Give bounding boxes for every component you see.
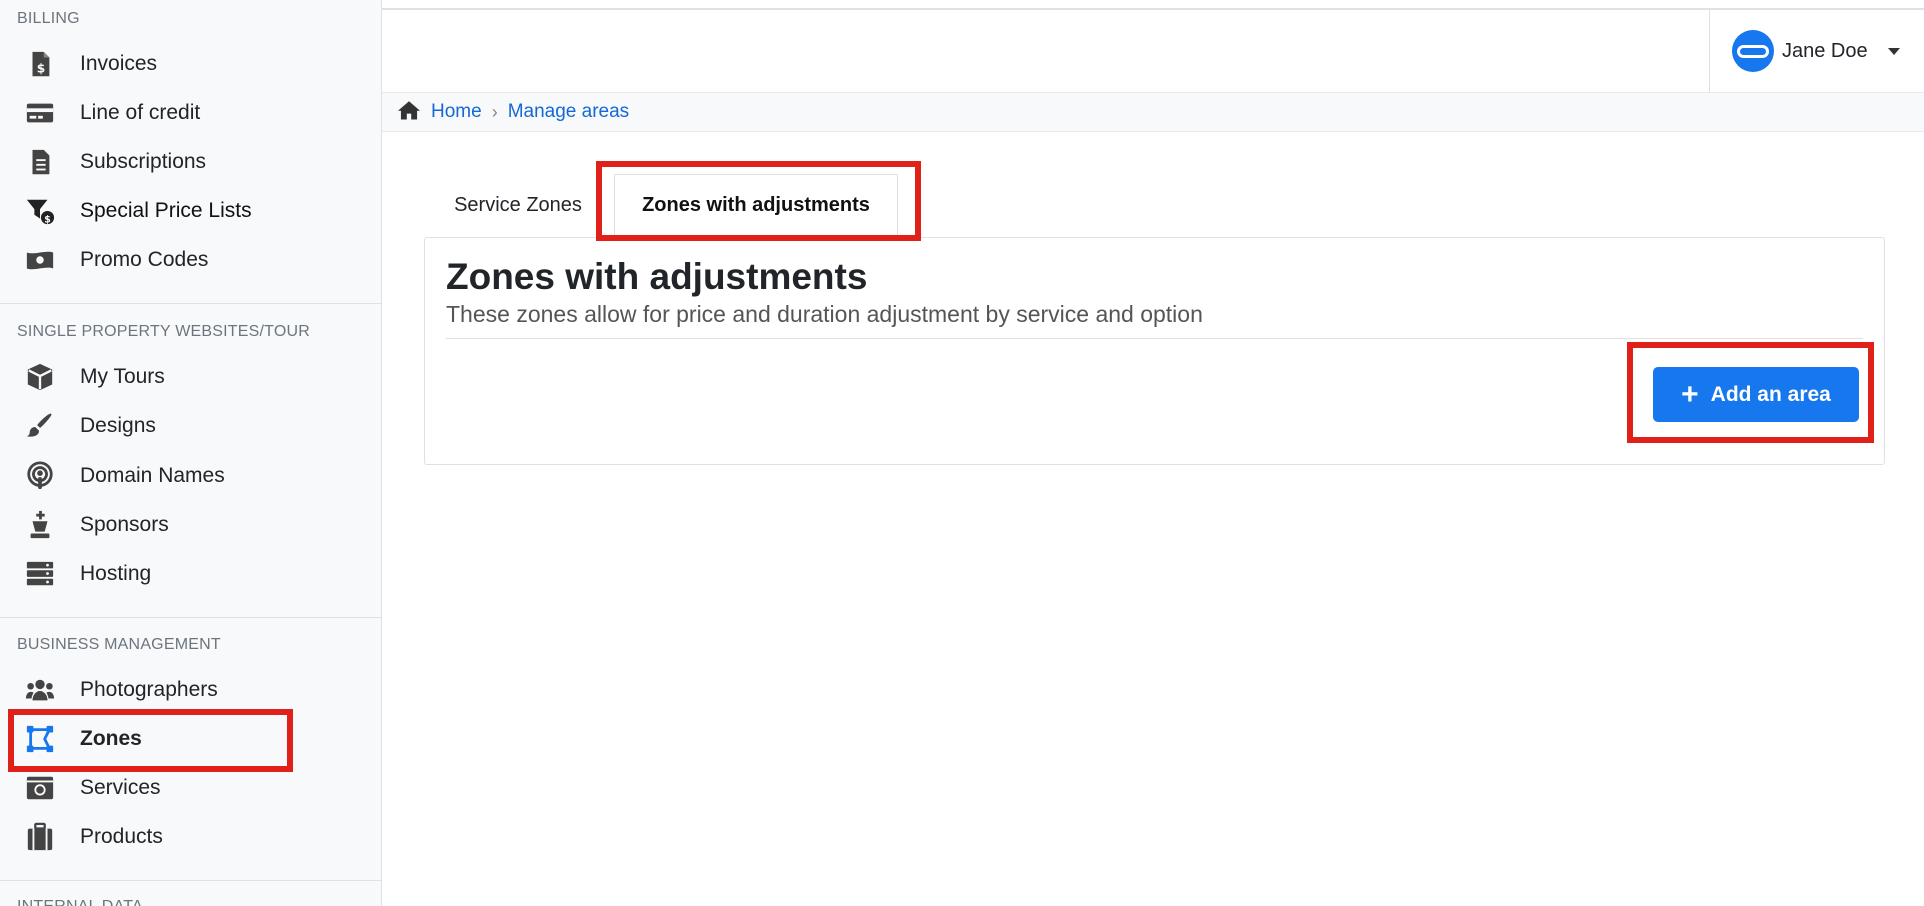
- sidebar-item-label: Invoices: [80, 52, 158, 75]
- filter-dollar-icon: $: [0, 196, 80, 226]
- panel-title: Zones with adjustments: [446, 256, 868, 297]
- sidebar-item-hosting[interactable]: Hosting: [0, 552, 381, 596]
- section-title-business-management: BUSINESS MANAGEMENT: [17, 636, 221, 653]
- sidebar-item-label: Hosting: [80, 562, 152, 585]
- sidebar-item-label: Domain Names: [80, 464, 225, 487]
- sidebar-item-domain-names[interactable]: Domain Names: [0, 454, 381, 498]
- sidebar-item-photographers[interactable]: Photographers: [0, 668, 381, 712]
- panel-divider: [446, 338, 1863, 339]
- sidebar-item-invoices[interactable]: $ Invoices: [0, 42, 381, 86]
- podcast-icon: [0, 461, 80, 491]
- user-menu[interactable]: Jane Doe: [1709, 10, 1924, 92]
- sidebar-divider: [0, 617, 381, 618]
- section-title-internal-data: INTERNAL DATA: [17, 898, 143, 906]
- draw-polygon-icon: [0, 724, 80, 754]
- sidebar-item-designs[interactable]: Designs: [0, 404, 381, 448]
- svg-text:$: $: [44, 214, 51, 225]
- sidebar-item-label: Products: [80, 825, 163, 848]
- avatar: [1732, 30, 1774, 72]
- subscription-icon: [0, 147, 80, 177]
- sidebar-item-label: Photographers: [80, 678, 218, 701]
- chess-king-icon: [0, 510, 80, 540]
- sidebar-item-label: Sponsors: [80, 513, 169, 536]
- svg-text:$: $: [37, 61, 45, 75]
- sidebar-item-promo-codes[interactable]: Promo Codes: [0, 238, 381, 282]
- sidebar-item-label: Zones: [80, 727, 142, 750]
- chevron-right-icon: ›: [491, 101, 498, 122]
- sidebar-item-line-of-credit[interactable]: Line of credit: [0, 91, 381, 135]
- section-title-websites: SINGLE PROPERTY WEBSITES/TOUR: [17, 323, 310, 340]
- camera-retro-icon: [0, 773, 80, 803]
- server-icon: [0, 559, 80, 589]
- sidebar-item-services[interactable]: Services: [0, 766, 381, 810]
- breadcrumb: Home › Manage areas: [382, 92, 1924, 132]
- sidebar-item-label: Services: [80, 776, 161, 799]
- user-name: Jane Doe: [1782, 39, 1868, 62]
- sidebar-item-zones[interactable]: Zones: [0, 717, 381, 761]
- plus-icon: +: [1681, 377, 1699, 411]
- sidebar: BILLING $ Invoices Line of credit Subscr…: [0, 0, 382, 906]
- credit-card-icon: [0, 98, 80, 128]
- sidebar-item-label: Designs: [80, 414, 156, 437]
- suitcase-icon: [0, 822, 80, 852]
- sidebar-divider: [0, 880, 381, 881]
- money-icon: [0, 245, 80, 275]
- sidebar-divider: [0, 303, 381, 304]
- users-icon: [0, 675, 80, 705]
- sidebar-item-label: Special Price Lists: [80, 199, 252, 222]
- add-area-button[interactable]: + Add an area: [1653, 367, 1859, 422]
- section-title-billing: BILLING: [17, 10, 80, 27]
- sidebar-item-subscriptions[interactable]: Subscriptions: [0, 140, 381, 184]
- sidebar-item-special-price-lists[interactable]: $ Special Price Lists: [0, 189, 381, 233]
- cube-icon: [0, 362, 80, 392]
- breadcrumb-home-link[interactable]: Home: [431, 101, 482, 123]
- sidebar-item-products[interactable]: Products: [0, 815, 381, 859]
- paintbrush-icon: [0, 411, 80, 441]
- home-icon: [397, 99, 421, 126]
- sidebar-item-label: Promo Codes: [80, 248, 209, 271]
- add-area-label: Add an area: [1710, 382, 1831, 406]
- tab-zones-with-adjustments[interactable]: Zones with adjustments: [614, 174, 898, 236]
- caret-down-icon: [1887, 47, 1900, 55]
- zones-panel: Zones with adjustments These zones allow…: [424, 237, 1885, 465]
- sidebar-item-label: Subscriptions: [80, 150, 207, 173]
- top-bar: [382, 0, 1924, 10]
- sidebar-item-label: Line of credit: [80, 101, 201, 124]
- sidebar-item-my-tours[interactable]: My Tours: [0, 355, 381, 399]
- sidebar-item-sponsors[interactable]: Sponsors: [0, 503, 381, 547]
- breadcrumb-current-link[interactable]: Manage areas: [508, 101, 629, 123]
- invoice-icon: $: [0, 49, 80, 79]
- panel-subtitle: These zones allow for price and duration…: [446, 301, 1203, 327]
- tab-service-zones[interactable]: Service Zones: [428, 174, 608, 236]
- sidebar-item-label: My Tours: [80, 365, 165, 388]
